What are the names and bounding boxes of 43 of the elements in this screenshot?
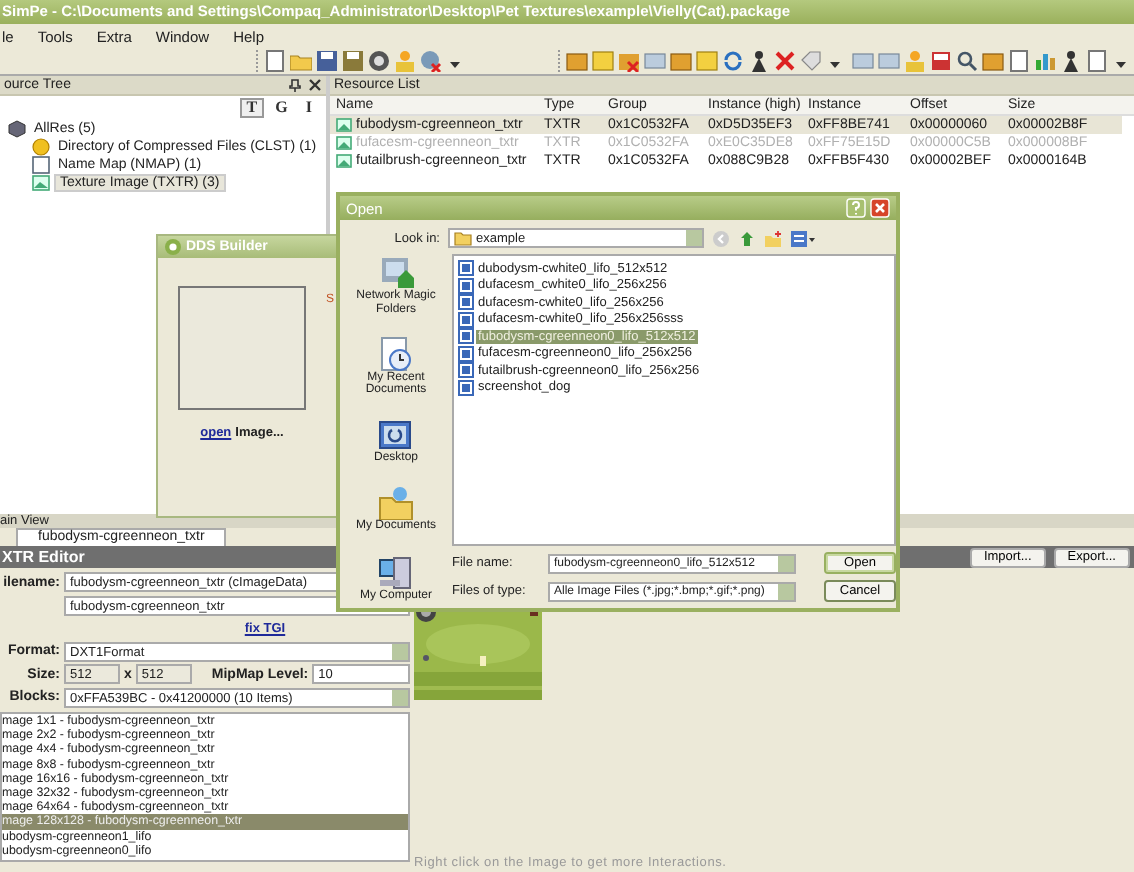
magnifier-icon[interactable] xyxy=(956,50,978,72)
new-folder-icon[interactable] xyxy=(764,229,782,247)
desktop-icon[interactable] xyxy=(376,416,416,453)
app-icon xyxy=(164,238,182,256)
recent-documents-icon[interactable] xyxy=(376,335,416,372)
book-icon[interactable] xyxy=(930,50,952,72)
editor-title: XTR Editor xyxy=(0,548,85,566)
view-menu-icon[interactable] xyxy=(790,229,816,247)
package-icon[interactable] xyxy=(566,50,588,72)
image-placeholder xyxy=(178,286,306,410)
pin-icon[interactable] xyxy=(288,78,302,92)
image-icon xyxy=(336,136,352,150)
package-icon[interactable] xyxy=(982,50,1004,72)
documents-folder-icon[interactable] xyxy=(376,484,416,521)
block-list[interactable] xyxy=(0,712,410,862)
folder-icon xyxy=(454,230,472,246)
delete-icon[interactable] xyxy=(774,50,796,72)
figure-icon[interactable] xyxy=(748,50,770,72)
refresh-icon[interactable] xyxy=(722,50,744,72)
image-icon xyxy=(336,118,352,132)
image-icon xyxy=(336,154,352,168)
package-icon[interactable] xyxy=(670,50,692,72)
card-icon[interactable] xyxy=(878,50,900,72)
figure-icon[interactable] xyxy=(1060,50,1082,72)
note-icon[interactable] xyxy=(592,50,614,72)
package-icon[interactable] xyxy=(618,50,640,72)
disks-icon[interactable] xyxy=(342,50,364,72)
image-icon[interactable] xyxy=(32,174,50,192)
up-folder-icon[interactable] xyxy=(738,229,756,247)
note-icon[interactable] xyxy=(696,50,718,72)
document-icon[interactable] xyxy=(264,50,286,72)
close-icon[interactable] xyxy=(308,78,322,92)
view-toggle-button[interactable]: G xyxy=(269,98,294,118)
document-icon[interactable] xyxy=(1086,50,1108,72)
computer-icon[interactable] xyxy=(376,553,416,589)
view-toggle-button[interactable]: T xyxy=(240,98,264,118)
document-icon[interactable] xyxy=(1008,50,1030,72)
list-icon[interactable] xyxy=(32,156,50,174)
file-list[interactable] xyxy=(452,254,896,546)
view-toggle-button[interactable]: I xyxy=(299,98,318,118)
network-folder-icon[interactable] xyxy=(376,254,416,290)
box-icon[interactable] xyxy=(8,120,26,138)
card-icon[interactable] xyxy=(644,50,666,72)
